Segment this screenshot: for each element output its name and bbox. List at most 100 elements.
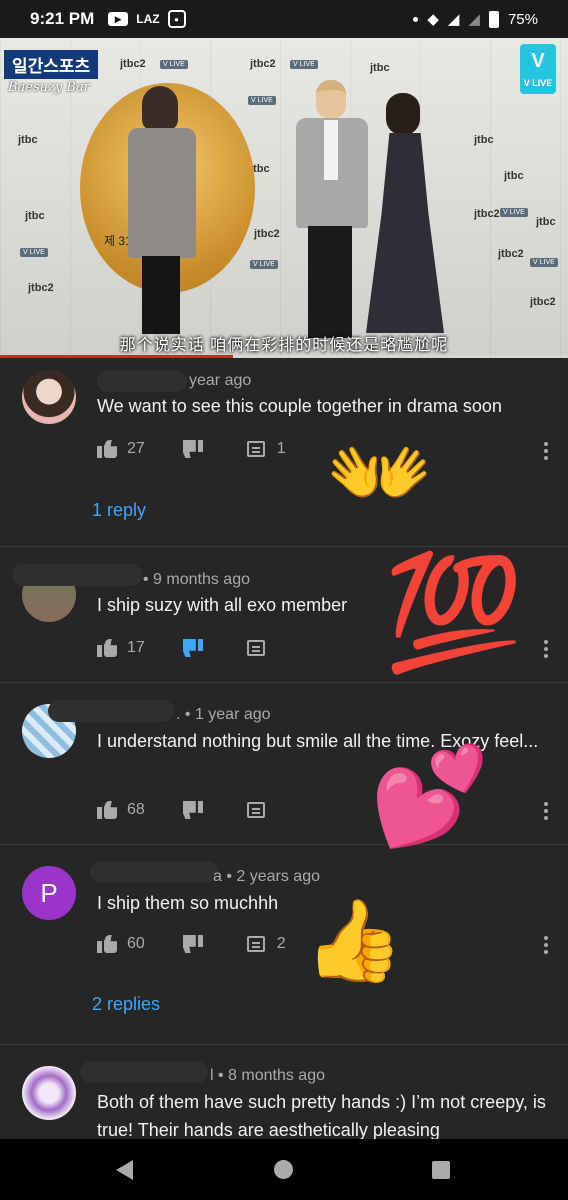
comment-actions: 17 <box>97 639 265 657</box>
comment-actions: 68 <box>97 801 265 819</box>
dislike-button[interactable] <box>183 639 203 657</box>
person-center <box>292 80 372 340</box>
notification-icon: ● <box>167 10 186 28</box>
comment-text: We want to see this couple together in d… <box>97 396 502 416</box>
more-options-icon[interactable] <box>544 640 548 658</box>
more-options-icon[interactable] <box>544 802 548 820</box>
redacted-username <box>97 370 187 392</box>
status-time: 9:21 PM <box>30 9 95 28</box>
comment-actions: 27 1 <box>97 440 286 458</box>
vlive-tile-icon: V LIVE <box>530 258 558 267</box>
vlive-tile-icon: V LIVE <box>500 208 528 217</box>
like-button[interactable] <box>97 801 117 819</box>
recents-icon[interactable] <box>432 1161 450 1179</box>
like-button[interactable] <box>97 639 117 657</box>
comment-item: . • 1 year ago I understand nothing but … <box>0 682 568 846</box>
reply-button[interactable] <box>246 441 265 457</box>
broadcaster-logo: 일간스포츠 <box>4 50 99 79</box>
more-options-icon[interactable] <box>544 936 548 954</box>
raising-hands-sticker: 👐 <box>326 424 434 524</box>
video-player[interactable]: jtbc2 jtbc2 jtbc jtbc jtbc jtbc2 jtbc jt… <box>0 38 568 358</box>
reply-count: 2 <box>276 935 286 952</box>
carrier-tag: LAZ <box>136 12 160 26</box>
redacted-username <box>12 564 142 586</box>
thumbs-down-icon <box>183 801 203 819</box>
youtube-icon: ▶ <box>108 12 129 26</box>
comment-item: P a • 2 years ago I ship them so muchhh … <box>0 844 568 1045</box>
avatar[interactable] <box>22 1066 76 1120</box>
reply-icon <box>246 640 265 656</box>
vlive-tile-icon: V LIVE <box>290 60 318 69</box>
redacted-username <box>90 861 218 883</box>
dislike-button[interactable] <box>183 935 203 953</box>
comment-meta: year ago <box>189 372 252 389</box>
vlive-logo-label: V LIVE <box>523 78 553 88</box>
dislike-button[interactable] <box>183 801 203 819</box>
sponsor-logo: jtbc2 <box>498 248 524 260</box>
reply-icon <box>246 441 265 457</box>
sponsor-logo: jtbc <box>504 170 524 182</box>
wifi-icon: ◆ <box>427 11 439 28</box>
avatar[interactable]: P <box>22 866 76 920</box>
hundred-points-sticker: 💯 <box>384 548 524 678</box>
comment-item: l • 8 months ago Both of them have such … <box>0 1044 568 1140</box>
reply-icon <box>246 936 265 952</box>
signal-icon: ◢ <box>447 11 460 28</box>
home-icon[interactable] <box>274 1160 293 1179</box>
notification-dot-icon <box>413 16 419 22</box>
sponsor-logo: jtbc <box>474 134 494 146</box>
sponsor-logo: jtbc2 <box>250 58 276 70</box>
reply-icon <box>246 802 265 818</box>
sponsor-logo: jtbc2 <box>28 282 54 294</box>
thumbs-down-icon <box>183 440 203 458</box>
comment-meta: l • 8 months ago <box>210 1067 325 1084</box>
thumbs-down-active-icon <box>183 639 203 657</box>
person-right <box>364 93 444 338</box>
person-left <box>128 86 198 336</box>
comment-text: Both of them have such pretty hands :) I… <box>97 1092 546 1140</box>
comment-actions: 60 2 <box>97 935 286 953</box>
comment-item: • 9 months ago I ship suzy with all exo … <box>0 546 568 683</box>
battery-percent: 75% <box>507 10 538 28</box>
reply-button[interactable] <box>246 936 265 952</box>
vlive-tile-icon: V LIVE <box>248 96 276 105</box>
view-replies-link[interactable]: 1 reply <box>92 500 146 521</box>
vlive-tile-icon: V LIVE <box>250 260 278 269</box>
thumbs-up-sticker: 👍 <box>304 894 404 987</box>
comment-meta: . • 1 year ago <box>176 706 271 723</box>
more-options-icon[interactable] <box>544 442 548 460</box>
thumbs-up-icon <box>97 440 117 458</box>
like-count: 17 <box>127 639 145 656</box>
avatar[interactable] <box>22 370 76 424</box>
sponsor-logo: jtbc <box>25 210 45 222</box>
thumbs-up-icon <box>97 639 117 657</box>
dislike-button[interactable] <box>183 440 203 458</box>
like-count: 60 <box>127 935 145 952</box>
reply-count: 1 <box>276 440 286 457</box>
like-count: 68 <box>127 801 145 818</box>
thumbs-down-icon <box>183 935 203 953</box>
redacted-username <box>48 700 174 722</box>
sponsor-logo: jtbc <box>370 62 390 74</box>
like-button[interactable] <box>97 440 117 458</box>
vlive-tile-icon: V LIVE <box>20 248 48 257</box>
back-icon[interactable] <box>116 1160 133 1180</box>
sponsor-logo: jtbc2 <box>474 208 500 220</box>
comment-meta: • 9 months ago <box>143 571 250 588</box>
sponsor-logo: jtbc <box>536 216 556 228</box>
battery-icon <box>488 10 499 28</box>
reply-button[interactable] <box>246 802 265 818</box>
video-subtitle: 那个说实话 咱俩在彩排的时候还是略尴尬呢 <box>119 337 449 354</box>
vlive-logo-icon: VV LIVE <box>520 44 556 94</box>
sponsor-logo: jtbc2 <box>120 58 146 70</box>
vlive-tile-icon: V LIVE <box>160 60 188 69</box>
thumbs-up-icon <box>97 935 117 953</box>
signal-empty-icon: ◢ <box>468 11 480 28</box>
watermark: Baesuzy Bar <box>8 80 90 95</box>
like-button[interactable] <box>97 935 117 953</box>
thumbs-up-icon <box>97 801 117 819</box>
reply-button[interactable] <box>246 640 265 656</box>
avatar-initial: P <box>40 877 58 908</box>
view-replies-link[interactable]: 2 replies <box>92 994 160 1015</box>
sponsor-logo: jtbc <box>18 134 38 146</box>
